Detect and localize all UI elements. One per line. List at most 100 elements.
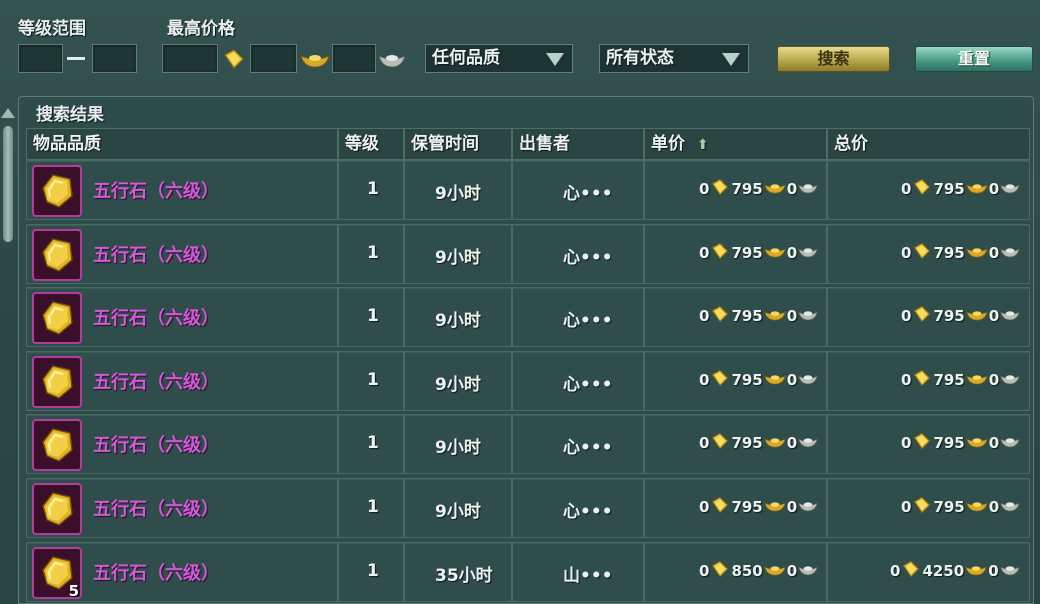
level-range-dash bbox=[67, 57, 85, 60]
level-range-label: 等级范围 bbox=[18, 19, 86, 39]
column-header-time[interactable]: 保管时间 bbox=[404, 128, 512, 160]
item-cell[interactable]: 五行石（六级） bbox=[26, 223, 338, 284]
gold-ingot-icon bbox=[911, 368, 933, 392]
unit-price-tael: 850 bbox=[731, 561, 763, 580]
max-price-gold-input[interactable] bbox=[162, 44, 218, 73]
seller-cell: 山••• bbox=[512, 541, 644, 602]
reset-button[interactable]: 重置 bbox=[915, 46, 1033, 72]
item-level: 1 bbox=[367, 179, 379, 199]
gold-ingot-icon bbox=[709, 177, 731, 201]
dropdown-arrow-icon bbox=[722, 53, 740, 66]
total-price-tael: 795 bbox=[933, 307, 965, 326]
column-header-level[interactable]: 等级 bbox=[338, 128, 404, 160]
item-cell[interactable]: 五行石（六级） bbox=[26, 287, 338, 348]
item-cell[interactable]: 五行石（六级） bbox=[26, 414, 338, 475]
item-icon-slot[interactable] bbox=[32, 292, 82, 345]
max-price-label: 最高价格 bbox=[167, 19, 235, 39]
unit-price-cell: 0 795 0 bbox=[644, 223, 827, 284]
seller-name: 山••• bbox=[563, 565, 613, 586]
item-level: 1 bbox=[367, 242, 379, 263]
silver-tael-icon bbox=[797, 498, 819, 516]
item-icon-slot[interactable] bbox=[32, 165, 82, 217]
table-row[interactable]: 五行石（六级） 1 9小时 心••• 0 795 0 0 795 0 bbox=[26, 223, 1032, 284]
level-min-input[interactable] bbox=[18, 44, 63, 73]
item-icon-slot[interactable]: 5 bbox=[32, 546, 82, 600]
item-level: 1 bbox=[367, 369, 379, 390]
unit-price-tael: 795 bbox=[731, 243, 763, 262]
gold-ingot-icon bbox=[709, 368, 731, 392]
time-cell: 9小时 bbox=[404, 223, 512, 284]
gold-tael-icon bbox=[965, 180, 989, 198]
table-row[interactable]: 五行石（六级） 1 9小时 心••• 0 795 0 0 795 0 bbox=[26, 478, 1032, 538]
sort-ascending-icon[interactable]: ⬆︎ bbox=[697, 130, 709, 160]
unit-price-cell: 0 795 0 bbox=[644, 350, 827, 411]
table-row[interactable]: 五行石（六级） 1 9小时 心••• 0 795 0 0 795 0 bbox=[26, 287, 1032, 348]
gold-tael-icon bbox=[763, 562, 787, 580]
status-select[interactable]: 所有状态 bbox=[599, 44, 749, 73]
gold-ingot-icon bbox=[911, 431, 933, 455]
unit-price-tael: 795 bbox=[731, 370, 763, 389]
item-cell[interactable]: 5 五行石（六级） bbox=[26, 541, 338, 602]
gold-tael-icon bbox=[965, 371, 989, 389]
column-header-seller[interactable]: 出售者 bbox=[512, 128, 644, 160]
silver-tael-icon bbox=[999, 434, 1021, 452]
item-cell[interactable]: 五行石（六级） bbox=[26, 478, 338, 538]
unit-price-gold: 0 bbox=[699, 180, 710, 198]
total-price-tael: 4250 bbox=[922, 561, 965, 580]
item-icon-slot[interactable] bbox=[32, 228, 82, 281]
seller-name: 心••• bbox=[563, 247, 613, 268]
level-cell: 1 bbox=[338, 160, 404, 220]
table-row[interactable]: 五行石（六级） 1 9小时 心••• 0 795 0 0 795 0 bbox=[26, 414, 1032, 475]
silver-tael-icon bbox=[378, 55, 406, 68]
status-select-value: 所有状态 bbox=[606, 48, 674, 68]
total-price: 0 795 0 bbox=[901, 304, 1021, 328]
item-icon-slot[interactable] bbox=[32, 355, 82, 408]
table-row[interactable]: 5 五行石（六级） 1 35小时 山••• 0 850 0 0 4250 0 bbox=[26, 541, 1032, 602]
quality-select[interactable]: 任何品质 bbox=[425, 44, 573, 73]
total-price: 0 795 0 bbox=[901, 368, 1021, 392]
seller-cell: 心••• bbox=[512, 478, 644, 538]
storage-time: 9小时 bbox=[435, 502, 481, 522]
unit-price-tael: 795 bbox=[731, 307, 763, 326]
table-row[interactable]: 五行石（六级） 1 9小时 心••• 0 795 0 0 795 0 bbox=[26, 350, 1032, 411]
total-price-silver: 0 bbox=[988, 180, 1000, 198]
search-button[interactable]: 搜索 bbox=[777, 46, 890, 72]
total-price-gold: 0 bbox=[901, 180, 912, 198]
unit-price: 0 795 0 bbox=[699, 431, 819, 455]
dropdown-arrow-icon bbox=[546, 53, 564, 66]
max-price-silver-input[interactable] bbox=[332, 44, 376, 73]
total-price-tael: 795 bbox=[933, 498, 965, 516]
item-icon-slot[interactable] bbox=[32, 419, 82, 472]
item-name: 五行石（六级） bbox=[93, 181, 219, 202]
level-cell: 1 bbox=[338, 223, 404, 284]
unit-price-tael: 795 bbox=[731, 434, 763, 453]
column-header-quality[interactable]: 物品品质 bbox=[26, 128, 338, 160]
quality-select-value: 任何品质 bbox=[432, 48, 500, 68]
item-name: 五行石（六级） bbox=[93, 435, 219, 457]
column-header-seller-label: 出售者 bbox=[519, 134, 570, 154]
item-icon-slot[interactable] bbox=[32, 483, 82, 535]
column-header-total-price[interactable]: 总价 bbox=[827, 128, 1030, 160]
level-max-input[interactable] bbox=[92, 44, 137, 73]
unit-price-gold: 0 bbox=[699, 370, 710, 389]
gold-ingot-icon bbox=[911, 495, 933, 519]
gold-ingot-icon bbox=[709, 559, 731, 583]
table-row[interactable]: 五行石（六级） 1 9小时 心••• 0 795 0 0 795 0 bbox=[26, 160, 1032, 220]
item-cell[interactable]: 五行石（六级） bbox=[26, 350, 338, 411]
column-header-unit-price[interactable]: 单价 ⬆︎ bbox=[644, 128, 827, 160]
max-price-tael-input[interactable] bbox=[250, 44, 297, 73]
silver-tael-icon bbox=[999, 371, 1021, 389]
unit-price-cell: 0 795 0 bbox=[644, 160, 827, 220]
silver-tael-icon bbox=[797, 180, 819, 198]
item-name: 五行石（六级） bbox=[93, 244, 219, 266]
total-price: 0 795 0 bbox=[901, 177, 1021, 201]
unit-price-gold: 0 bbox=[699, 498, 710, 516]
time-cell: 9小时 bbox=[404, 478, 512, 538]
column-header-total-price-label: 总价 bbox=[834, 134, 868, 154]
total-price-cell: 0 795 0 bbox=[827, 287, 1030, 348]
unit-price: 0 795 0 bbox=[699, 368, 819, 392]
scroll-up-arrow-icon[interactable] bbox=[1, 108, 15, 118]
gold-ingot-icon bbox=[900, 559, 922, 583]
scrollbar-thumb[interactable] bbox=[3, 126, 13, 242]
item-cell[interactable]: 五行石（六级） bbox=[26, 160, 338, 220]
